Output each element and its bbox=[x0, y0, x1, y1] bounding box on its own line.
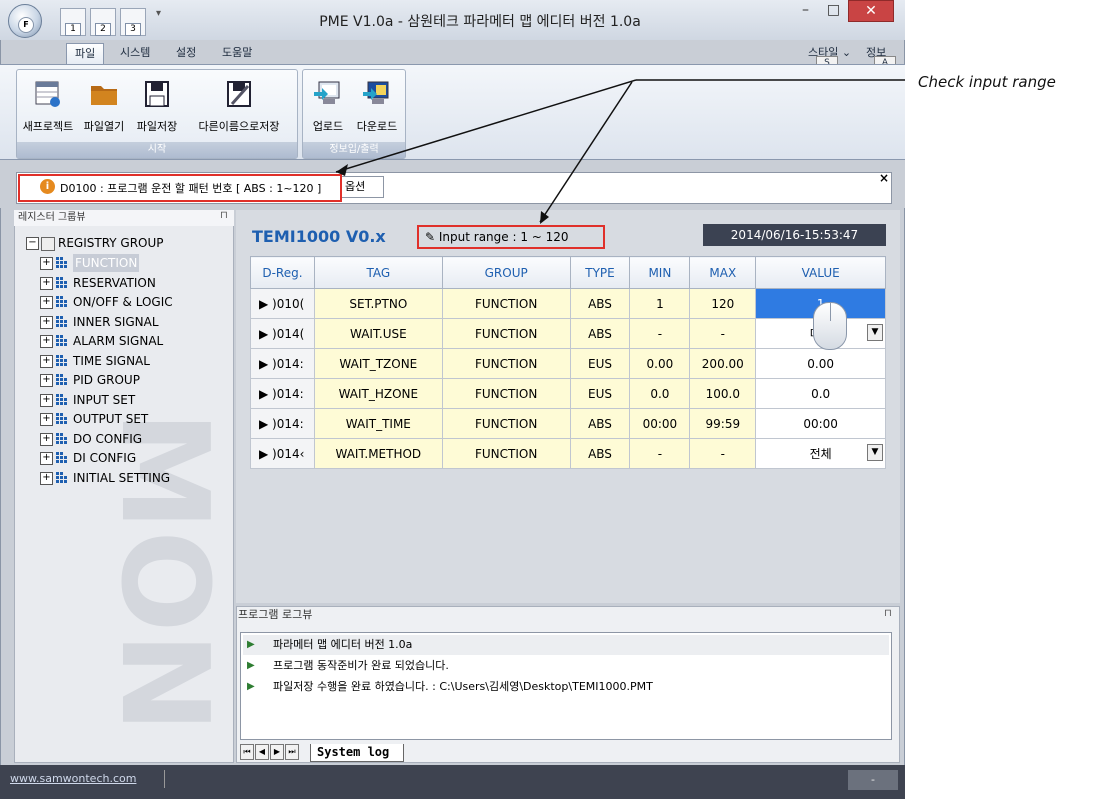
callout-arrowhead-range bbox=[540, 211, 549, 224]
annotation-label: Check input range bbox=[918, 73, 1056, 91]
callout-line-range bbox=[539, 81, 633, 223]
callout-line-infobar bbox=[335, 79, 637, 173]
callout-arrowhead-infobar bbox=[336, 164, 348, 176]
annotation-callout bbox=[335, 79, 905, 224]
